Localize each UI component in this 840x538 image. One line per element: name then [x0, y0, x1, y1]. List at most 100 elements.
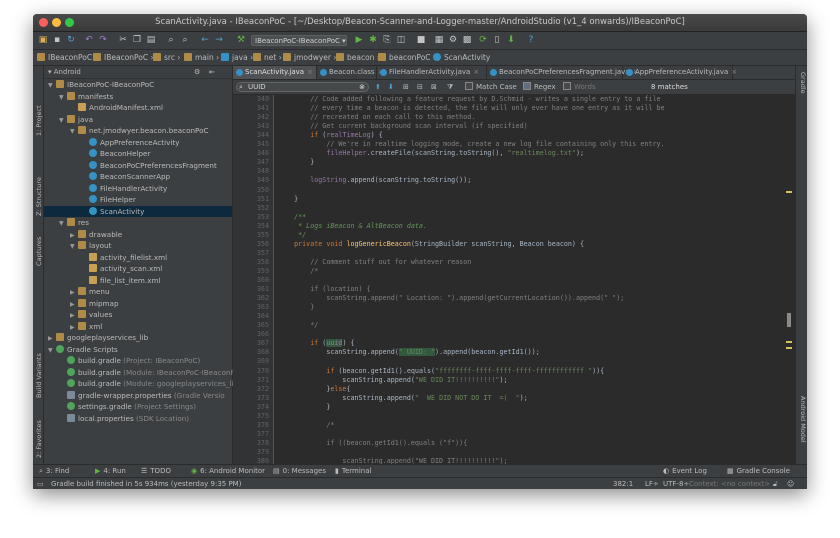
scroll-thumb[interactable]: [787, 313, 791, 327]
tree-item[interactable]: ▶ googleplayservices_lib: [44, 332, 232, 344]
replace-icon[interactable]: ⌕: [179, 34, 191, 46]
tree-item[interactable]: FileHelper: [44, 194, 232, 206]
tree-item[interactable]: ▼ res: [44, 217, 232, 229]
favorites-tool-button[interactable]: 2: Favorites: [35, 420, 43, 458]
tree-item[interactable]: BeaconPoCPreferencesFragment: [44, 160, 232, 172]
line-number[interactable]: 368: [233, 348, 269, 357]
sdk-manager-icon[interactable]: ▩: [461, 34, 473, 46]
line-number[interactable]: 347: [233, 158, 269, 167]
tree-item[interactable]: ▶ values: [44, 309, 232, 321]
tree-item[interactable]: ▼ layout: [44, 240, 232, 252]
help-icon[interactable]: ?: [525, 34, 537, 46]
breadcrumb-item[interactable]: java ›: [221, 50, 253, 65]
line-number[interactable]: 352: [233, 204, 269, 213]
build-variants-tool-button[interactable]: Build Variants: [35, 353, 43, 398]
breadcrumb-item[interactable]: jmodwyer ›: [283, 50, 336, 65]
line-number[interactable]: 375: [233, 412, 269, 421]
line-number[interactable]: 367: [233, 339, 269, 348]
android-model-tool-button[interactable]: Android Model: [799, 396, 807, 443]
project-view-select[interactable]: Android: [54, 68, 81, 76]
editor-tab[interactable]: FileHandlerActivity.java ×: [377, 66, 487, 79]
gradle-tool-button[interactable]: Gradle: [799, 72, 807, 94]
close-tab-icon[interactable]: ×: [731, 68, 737, 76]
words-checkbox[interactable]: Words: [563, 80, 596, 94]
tree-item[interactable]: FileHandlerActivity: [44, 183, 232, 195]
inspector-icon[interactable]: ☺︎: [787, 478, 794, 489]
breadcrumb-item[interactable]: beacon ›: [336, 50, 380, 65]
line-number[interactable]: 345: [233, 140, 269, 149]
line-number[interactable]: 346: [233, 149, 269, 158]
tree-item[interactable]: local.properties (SDK Location): [44, 413, 232, 425]
caret-position[interactable]: 382:1: [613, 478, 633, 489]
line-number[interactable]: 355: [233, 231, 269, 240]
project-structure-icon[interactable]: ▦: [433, 34, 445, 46]
tree-item[interactable]: AppPreferenceActivity: [44, 137, 232, 149]
line-number[interactable]: 353: [233, 213, 269, 222]
tree-item[interactable]: file_list_item.xml: [44, 275, 232, 287]
line-number[interactable]: 365: [233, 321, 269, 330]
structure-tool-button[interactable]: Z: Structure: [35, 177, 43, 216]
attach-debugger-icon[interactable]: ⎘: [381, 34, 393, 46]
line-number[interactable]: 363: [233, 303, 269, 312]
tree-item[interactable]: ScanActivity: [44, 205, 232, 217]
line-number[interactable]: 344: [233, 131, 269, 140]
breadcrumb-item[interactable]: net ›: [253, 50, 282, 65]
line-number[interactable]: 358: [233, 258, 269, 267]
line-number[interactable]: 360: [233, 276, 269, 285]
make-project-icon[interactable]: ⚒: [235, 34, 247, 46]
line-number[interactable]: 359: [233, 267, 269, 276]
close-tab-icon[interactable]: ×: [307, 68, 313, 76]
line-number[interactable]: 372: [233, 385, 269, 394]
hide-panel-icon[interactable]: ⇤: [209, 66, 215, 78]
lock-icon[interactable]: 🔓︎: [773, 478, 778, 489]
run-icon[interactable]: ▶: [353, 34, 365, 46]
tree-item[interactable]: build.gradle (Module: IBeaconPoC-IBeacon…: [44, 367, 239, 379]
debug-icon[interactable]: ✱: [367, 34, 379, 46]
tree-item[interactable]: settings.gradle (Project Settings): [44, 401, 232, 413]
avd-manager-icon[interactable]: ▯: [491, 34, 503, 46]
tree-item[interactable]: ▶ mipmap: [44, 298, 232, 310]
line-number[interactable]: 377: [233, 430, 269, 439]
editor-tab[interactable]: ScanActivity.java ×: [233, 66, 317, 79]
breadcrumb-item[interactable]: main ›: [184, 50, 219, 65]
line-number[interactable]: 341: [233, 104, 269, 113]
tree-item[interactable]: ▶ menu: [44, 286, 232, 298]
line-number[interactable]: 379: [233, 448, 269, 457]
previous-occurrence-icon[interactable]: ⬆: [375, 80, 381, 94]
line-number[interactable]: 349: [233, 176, 269, 185]
android-device-monitor-icon[interactable]: ⬇: [505, 34, 517, 46]
line-number[interactable]: 362: [233, 294, 269, 303]
line-number[interactable]: 343: [233, 122, 269, 131]
cut-icon[interactable]: ✂: [117, 34, 129, 46]
line-number[interactable]: 369: [233, 357, 269, 366]
close-window-button[interactable]: [39, 18, 48, 27]
line-number[interactable]: 356: [233, 240, 269, 249]
search-input[interactable]: ⌕ UUID ⊗: [236, 82, 369, 92]
captures-tool-button[interactable]: Captures: [35, 237, 43, 266]
tree-item[interactable]: BeaconHelper: [44, 148, 232, 160]
editor-tab[interactable]: Beacon.class×: [317, 66, 383, 79]
line-number[interactable]: 354: [233, 222, 269, 231]
gradle-sync-icon[interactable]: ⟳: [477, 34, 489, 46]
breadcrumb-item[interactable]: src ›: [153, 50, 180, 65]
open-folder-icon[interactable]: ▣: [37, 34, 49, 46]
coverage-icon[interactable]: ◫: [395, 34, 407, 46]
line-number[interactable]: 374: [233, 403, 269, 412]
tree-item[interactable]: activity_filelist.xml: [44, 252, 232, 264]
forward-icon[interactable]: →: [213, 34, 225, 46]
tree-item[interactable]: gradle-wrapper.properties (Gradle Versio: [44, 390, 232, 402]
tree-item[interactable]: BeaconScannerApp: [44, 171, 232, 183]
tree-item[interactable]: ▼ IBeaconPoC-IBeaconPoC: [44, 79, 232, 91]
tree-item[interactable]: ▶ xml: [44, 321, 232, 333]
sync-icon[interactable]: ↻: [65, 34, 77, 46]
editor-tab[interactable]: BeaconPoCPreferencesFragment.java ×: [487, 66, 638, 79]
tree-item[interactable]: ▼ java: [44, 114, 232, 126]
breadcrumb-item[interactable]: IBeaconPoC ›: [37, 50, 98, 65]
copy-icon[interactable]: ❐: [131, 34, 143, 46]
tree-item[interactable]: build.gradle (Project: IBeaconPoC): [44, 355, 232, 367]
minimize-window-button[interactable]: [52, 18, 61, 27]
zoom-window-button[interactable]: [65, 18, 74, 27]
line-number[interactable]: 373: [233, 394, 269, 403]
undo-icon[interactable]: ↶: [83, 34, 95, 46]
project-tool-button[interactable]: 1: Project: [35, 105, 43, 136]
